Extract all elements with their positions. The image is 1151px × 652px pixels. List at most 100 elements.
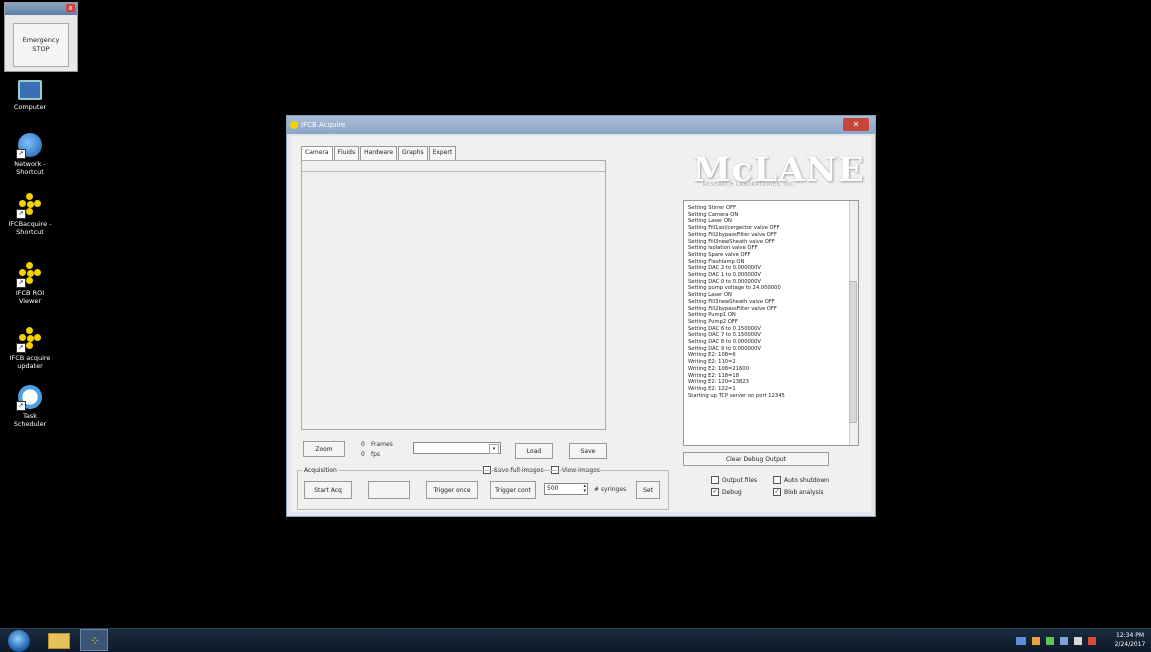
emergency-stop-window: x Emergency STOP (4, 2, 78, 72)
debug-line: Writing E2: 120=13823 (688, 379, 749, 386)
debug-checkbox[interactable]: ✓ Debug (711, 488, 742, 496)
syringes-input[interactable]: 500 ▴ ▾ (544, 483, 588, 495)
desktop-icon-label: Computer (13, 103, 47, 111)
debug-line: Setting Fill3newSheath valve OFF (688, 298, 775, 305)
checkbox-box[interactable] (773, 476, 781, 484)
explorer-folder-icon[interactable] (48, 633, 70, 649)
debug-line: Setting Fill2bypassFilter valve OFF (688, 305, 777, 312)
debug-line: Setting Pump2 OFF (688, 318, 738, 325)
blob-analysis-checkbox[interactable]: ✓ Blob analysis (773, 488, 823, 496)
acquisition-legend: Acquisition (302, 467, 339, 474)
fps-value: 0 (361, 451, 365, 458)
debug-line: Writing E2: 108=21600 (688, 365, 749, 372)
start-button[interactable] (8, 630, 30, 652)
checkbox-box[interactable] (711, 476, 719, 484)
network-icon: ↗ (16, 133, 42, 159)
debug-lines: Setting Stirrer OFF Setting Camera ON Sett… (688, 205, 848, 399)
syringes-value: 500 (547, 485, 559, 492)
tray-alert-icon[interactable] (1088, 637, 1096, 645)
debug-line: Setting DAC 0 to 0.000000V (688, 278, 761, 285)
desktop-icon-task-scheduler[interactable]: ↗ Task Scheduler (0, 385, 60, 428)
shortcut-arrow-icon: ↗ (16, 209, 26, 219)
tray-display-icon[interactable] (1060, 637, 1068, 645)
debug-line: Setting Stirrer OFF (688, 205, 737, 211)
system-tray (1016, 635, 1106, 647)
window-title: IFCB Acquire (301, 121, 346, 129)
desktop-icon-acquire-updater[interactable]: ↗ IFCB acquire updater (0, 327, 60, 370)
load-button[interactable]: Load (515, 443, 553, 459)
save-button[interactable]: Save (569, 443, 607, 459)
set-button[interactable]: Set (636, 481, 660, 499)
spin-updown-icon[interactable]: ▴ ▾ (583, 484, 586, 494)
clock[interactable]: 12:34 PM 2/24/2017 (1110, 631, 1150, 649)
clock-time: 12:34 PM (1116, 632, 1144, 639)
ifcb-dots-icon: ↗ (16, 327, 42, 353)
app-icon (290, 121, 298, 129)
desktop-icon-label: IFCB ROI Viewer (15, 289, 45, 305)
ifcb-dots-icon: ↗ (16, 193, 42, 219)
debug-scrollbar[interactable] (849, 201, 858, 445)
volume-icon[interactable] (1074, 637, 1082, 645)
tray-shield-icon[interactable] (1032, 637, 1040, 645)
debug-line: Writing E2: 122=1 (688, 385, 736, 392)
debug-line: Setting DAC 7 to 0.150000V (688, 332, 761, 339)
tray-network-icon[interactable] (1046, 637, 1054, 645)
window-client: Camera Fluids Hardware Graphs Expert Zoo… (291, 136, 871, 512)
shortcut-arrow-icon: ↗ (16, 401, 26, 411)
desktop-icon-label: Network - Shortcut (14, 160, 46, 176)
clock-date: 2/24/2017 (1114, 641, 1146, 648)
tray-flag-icon[interactable] (1016, 637, 1026, 645)
checkbox-label: Auto shutdown (784, 476, 830, 484)
tab-fluids[interactable]: Fluids (333, 146, 360, 160)
checkbox-label: Blob analysis (784, 488, 824, 496)
ifcb-dots-icon: ↗ (16, 262, 42, 288)
output-files-checkbox[interactable]: Output files (711, 476, 757, 484)
debug-line: Setting DAC 1 to 0.000000V (688, 272, 761, 279)
scrollbar-thumb[interactable] (849, 281, 857, 423)
debug-output-log[interactable]: Setting Stirrer OFF Setting Camera ON Sett… (683, 200, 859, 446)
debug-line: Writing E2: 110=2 (688, 359, 736, 366)
debug-line: Starting up TCP server on port 12345 (688, 392, 785, 399)
trigger-cont-button[interactable]: Trigger cont (490, 481, 536, 499)
start-acq-button[interactable]: Start Acq (304, 481, 352, 499)
debug-line: Setting DAC 2 to 0.000000V (688, 265, 761, 272)
checkbox-box-checked[interactable]: ✓ (773, 488, 781, 496)
close-button[interactable]: ✕ (843, 118, 869, 131)
tab-graphs[interactable]: Graphs (398, 146, 428, 160)
window-titlebar[interactable]: IFCB Acquire ✕ (287, 116, 875, 134)
checkbox-label: Output files (722, 476, 758, 484)
tab-hardware[interactable]: Hardware (360, 146, 398, 160)
desktop-icon-ifcbacquire[interactable]: ↗ IFCBacquire - Shortcut (0, 193, 60, 236)
desktop-icon-roi-viewer[interactable]: ↗ IFCB ROI Viewer (0, 262, 60, 305)
desktop-icon-label: IFCBacquire - Shortcut (8, 220, 52, 236)
camera-image-panel (301, 160, 606, 430)
zoom-button[interactable]: Zoom (303, 441, 345, 457)
ifcb-acquire-window: IFCB Acquire ✕ Camera Fluids Hardware Gr… (286, 115, 876, 517)
clear-debug-output-button[interactable]: Clear Debug Output (683, 452, 829, 466)
debug-line: Setting DAC 6 to 0.150000V (688, 325, 761, 332)
debug-line: Setting pump voltage to 24.000000 (688, 285, 781, 292)
debug-line: Setting Laser ON (688, 218, 732, 225)
stop-acq-button-disabled (368, 481, 410, 499)
trigger-once-button[interactable]: Trigger once (426, 481, 478, 499)
image-select[interactable]: ▾ (413, 442, 501, 454)
desktop-icon-network[interactable]: ↗ Network - Shortcut (0, 133, 60, 176)
debug-line: Setting Pump1 ON (688, 312, 736, 319)
tab-expert[interactable]: Expert (428, 146, 457, 160)
debug-line: Setting Fill3newSheath valve OFF (688, 238, 775, 245)
tab-bar: Camera Fluids Hardware Graphs Expert (301, 146, 457, 160)
tab-camera[interactable]: Camera (301, 146, 333, 160)
desktop-icon-label: IFCB acquire updater (9, 354, 51, 370)
syringes-label: # syringes (594, 486, 627, 493)
checkbox-box-checked[interactable]: ✓ (711, 488, 719, 496)
frames-label: Frames (371, 441, 393, 448)
shortcut-arrow-icon: ↗ (16, 343, 26, 353)
desktop-icon-computer[interactable]: Computer (0, 80, 60, 111)
close-icon[interactable]: x (66, 4, 75, 12)
debug-line: Setting Spare valve OFF (688, 251, 751, 258)
taskbar-ifcb-button[interactable]: ⁘ (80, 629, 108, 651)
emergency-stop-button[interactable]: Emergency STOP (13, 23, 69, 67)
chevron-down-icon: ▾ (489, 444, 499, 454)
debug-line: Setting Fill2bypassFilter valve OFF (688, 231, 777, 238)
auto-shutdown-checkbox[interactable]: Auto shutdown (773, 476, 829, 484)
